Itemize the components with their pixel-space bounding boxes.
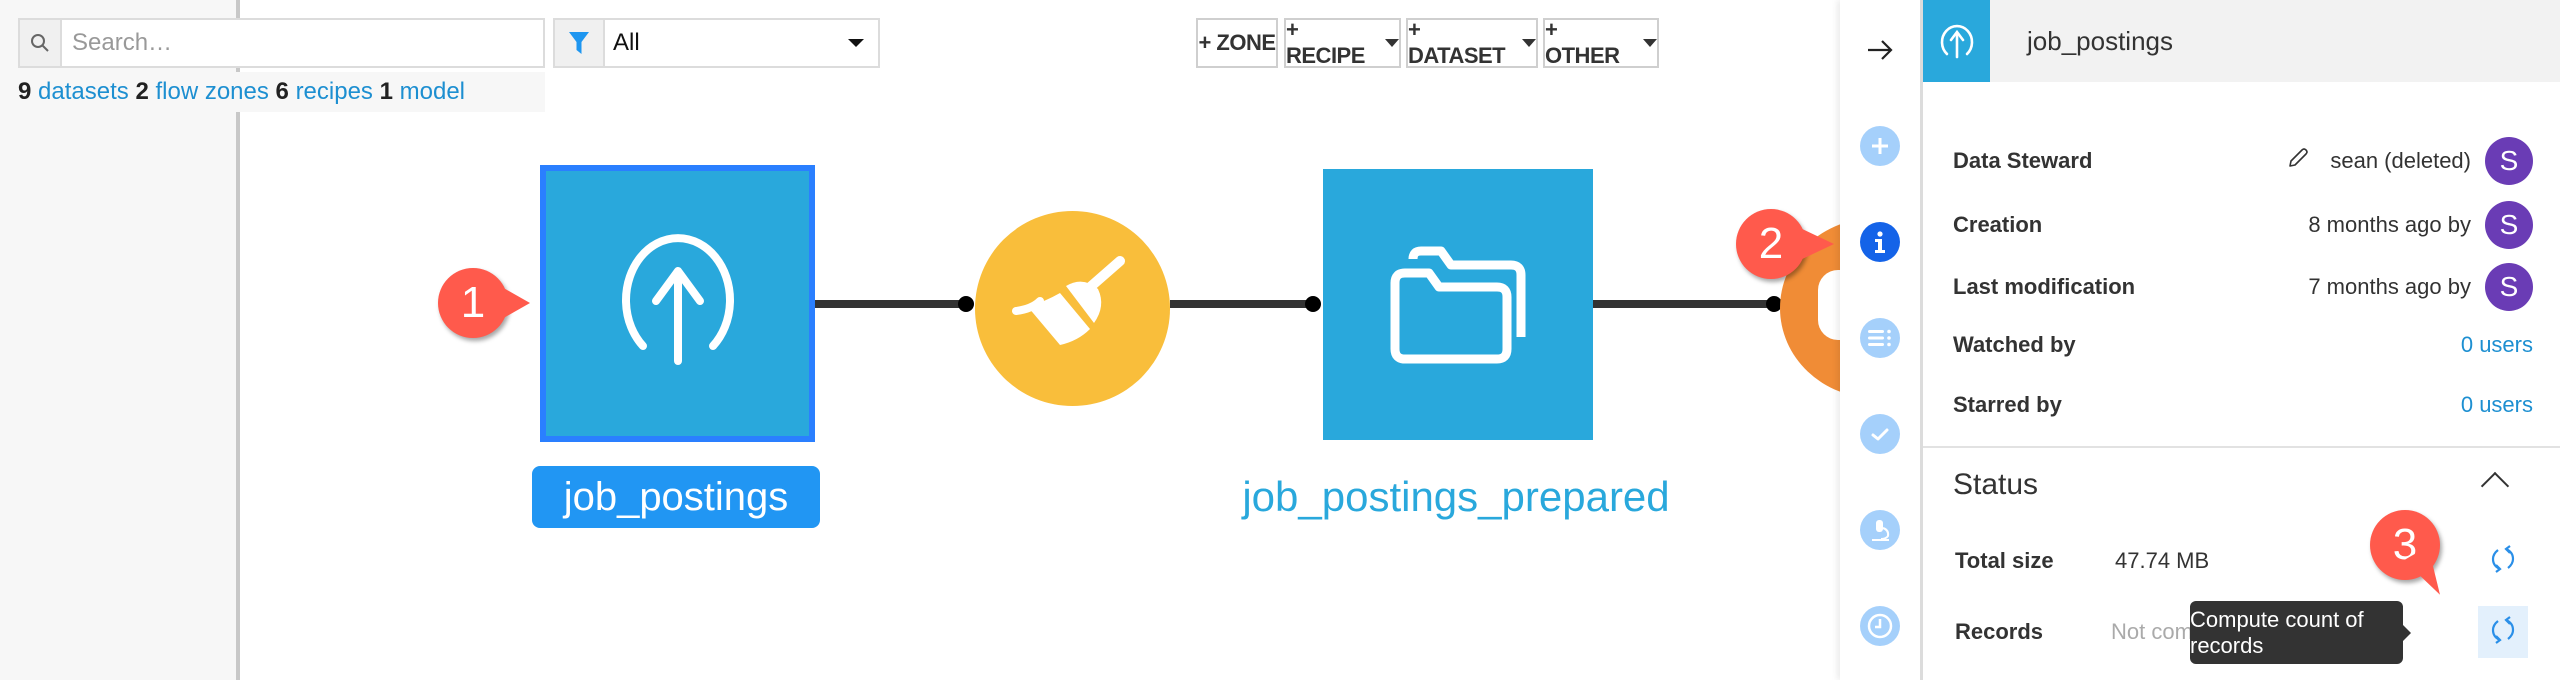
dataset-upload-icon	[1923, 0, 1990, 82]
info-key: Watched by	[1953, 332, 2076, 357]
search-input[interactable]	[62, 20, 543, 66]
panel-title: job_postings	[2027, 26, 2173, 56]
info-row-data-steward: Data Steward sean (deleted) S	[1953, 136, 2533, 186]
details-panel: job_postings Data Steward sean (deleted)…	[1920, 0, 2560, 680]
status-key: Total size	[1955, 548, 2054, 573]
refresh-icon	[2490, 544, 2516, 579]
info-row-starred-by: Starred by 0 users	[1953, 380, 2533, 430]
add-recipe-button[interactable]: + RECIPE	[1284, 17, 1401, 68]
tooltip-text: Compute count of records	[2190, 606, 2364, 658]
list-icon[interactable]	[1860, 318, 1900, 358]
watched-by-link[interactable]: 0 users	[2461, 332, 2533, 358]
refresh-size-button[interactable]	[2483, 535, 2523, 587]
plus-icon[interactable]	[1860, 126, 1900, 166]
chevron-down-icon	[1522, 39, 1536, 47]
status-value: 47.74 MB	[2115, 548, 2210, 573]
info-key: Last modification	[1953, 274, 2136, 299]
flow-stats: 9 datasets 2 flow zones 6 recipes 1 mode…	[18, 72, 545, 112]
add-other-button[interactable]: + OTHER	[1543, 17, 1659, 68]
status-section-title: Status	[1953, 468, 2039, 501]
clock-icon[interactable]	[1860, 606, 1900, 646]
edge-endpoint	[1305, 296, 1321, 312]
info-key: Creation	[1953, 212, 2043, 237]
datasets-link[interactable]: datasets	[38, 78, 129, 105]
flow-edge	[1170, 300, 1320, 308]
flow-edge	[1593, 300, 1773, 308]
callout-pointer	[500, 286, 530, 320]
info-value: 7 months ago by	[2308, 274, 2471, 299]
avatar[interactable]: S	[2485, 137, 2533, 185]
status-key: Records	[1955, 619, 2044, 644]
datasets-count: 9	[18, 78, 32, 105]
recipes-link[interactable]: recipes	[296, 78, 373, 105]
chevron-down-icon	[1385, 39, 1399, 47]
callout-3: 3	[2370, 510, 2453, 602]
section-divider	[1923, 446, 2560, 448]
info-row-creation: Creation 8 months ago by S	[1953, 200, 2533, 250]
dataset-label-job-postings-prepared[interactable]: job_postings_prepared	[1200, 466, 1712, 528]
dataset-node-job-postings-prepared[interactable]	[1323, 169, 1593, 440]
arrow-right-icon[interactable]	[1860, 30, 1900, 70]
tooltip-arrow	[2403, 625, 2411, 641]
add-recipe-label: + RECIPE	[1286, 17, 1365, 68]
status-row-total-size: Total size 47.74 MB Ma	[1955, 538, 2535, 584]
add-zone-button[interactable]: + ZONE	[1196, 18, 1278, 68]
filter-selected-value: All	[613, 29, 640, 56]
models-count: 1	[379, 78, 393, 105]
folder-icon	[1383, 237, 1533, 372]
search-icon	[20, 20, 62, 66]
refresh-icon	[2490, 615, 2516, 650]
callout-1: 1	[438, 268, 530, 338]
avatar[interactable]: S	[2485, 263, 2533, 311]
pencil-icon[interactable]	[2286, 146, 2310, 176]
info-value: sean (deleted)	[2330, 148, 2471, 173]
filter-icon	[555, 20, 605, 66]
flow-zones-link[interactable]: flow zones	[155, 78, 268, 105]
check-icon[interactable]	[1860, 414, 1900, 454]
panel-header: job_postings	[1923, 0, 2560, 82]
avatar[interactable]: S	[2485, 201, 2533, 249]
callout-number: 1	[460, 278, 486, 327]
dataset-label-job-postings[interactable]: job_postings	[532, 466, 820, 528]
right-icon-strip	[1840, 0, 1920, 680]
edge-endpoint	[958, 296, 974, 312]
recipes-count: 6	[275, 78, 289, 105]
add-zone-label: + ZONE	[1198, 30, 1276, 55]
callout-pointer	[1798, 227, 1834, 261]
callout-number: 2	[1758, 219, 1784, 268]
callout-2: 2	[1736, 209, 1834, 279]
search-box	[18, 18, 545, 68]
info-key: Starred by	[1953, 392, 2062, 417]
broom-icon	[1008, 241, 1138, 376]
info-value: 8 months ago by	[2308, 212, 2471, 237]
info-row-last-modification: Last modification 7 months ago by S	[1953, 262, 2533, 312]
add-other-label: + OTHER	[1545, 17, 1620, 68]
upload-icon	[608, 231, 748, 376]
starred-by-link[interactable]: 0 users	[2461, 392, 2533, 418]
compute-records-button[interactable]	[2478, 606, 2528, 658]
chevron-down-icon	[1643, 39, 1657, 47]
recipe-node-prepare[interactable]	[975, 211, 1170, 406]
chevron-down-icon	[848, 39, 864, 47]
info-icon[interactable]	[1860, 222, 1900, 262]
filter-dropdown[interactable]: All	[553, 18, 880, 68]
add-dataset-label: + DATASET	[1408, 17, 1506, 68]
info-row-watched-by: Watched by 0 users	[1953, 320, 2533, 370]
model-link[interactable]: model	[400, 78, 465, 105]
chevron-up-icon[interactable]	[2480, 471, 2510, 501]
tooltip: Compute count of records	[2190, 601, 2411, 664]
dataset-node-job-postings[interactable]	[540, 165, 815, 442]
flow-edge	[815, 300, 965, 308]
add-dataset-button[interactable]: + DATASET	[1406, 17, 1538, 68]
lab-icon[interactable]	[1860, 510, 1900, 550]
info-key: Data Steward	[1953, 148, 2093, 173]
zones-count: 2	[135, 78, 149, 105]
